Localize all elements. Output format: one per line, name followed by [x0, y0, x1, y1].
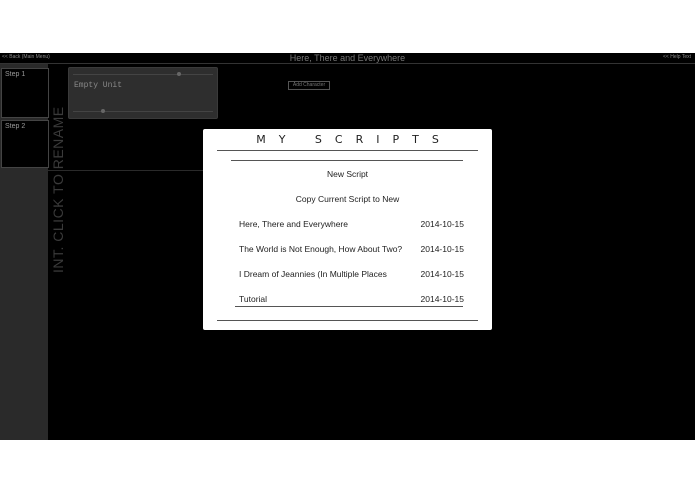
- steps-sidebar: Step 1 Step 2: [0, 64, 49, 440]
- scene-rename-label[interactable]: INT. CLICK TO RENAME: [50, 106, 66, 273]
- add-character-button[interactable]: Add Character: [288, 81, 330, 90]
- script-name: Tutorial: [239, 294, 268, 304]
- handle-icon[interactable]: [177, 72, 181, 76]
- new-script-button[interactable]: New Script: [203, 169, 492, 179]
- divider: [235, 306, 463, 307]
- divider: [217, 320, 478, 321]
- my-scripts-modal: MY SCRIPTS New Script Copy Current Scrip…: [203, 129, 492, 330]
- unit-card[interactable]: Empty Unit: [68, 67, 218, 119]
- script-title[interactable]: Here, There and Everywhere: [0, 53, 695, 63]
- step-item-1[interactable]: Step 1: [1, 68, 49, 118]
- script-list-item[interactable]: Here, There and Everywhere 2014-10-15: [239, 219, 464, 231]
- divider: [217, 150, 478, 151]
- divider: [73, 111, 213, 112]
- copy-script-button[interactable]: Copy Current Script to New: [203, 194, 492, 204]
- script-name: Here, There and Everywhere: [239, 219, 348, 229]
- script-date: 2014-10-15: [420, 294, 464, 304]
- step-label: Step 2: [5, 123, 26, 130]
- script-name: I Dream of Jeannies (In Multiple Places: [239, 269, 387, 279]
- script-name: The World is Not Enough, How About Two?: [239, 244, 403, 254]
- handle-icon[interactable]: [101, 109, 105, 113]
- step-label: Step 1: [5, 71, 26, 78]
- script-date: 2014-10-15: [420, 244, 464, 254]
- top-bar: << Back (Main Menu) Here, There and Ever…: [0, 53, 695, 64]
- divider: [48, 170, 218, 171]
- divider: [73, 74, 213, 75]
- unit-text: Empty Unit: [74, 81, 123, 90]
- divider: [231, 160, 463, 161]
- script-list-item[interactable]: I Dream of Jeannies (In Multiple Places …: [239, 269, 464, 281]
- help-link[interactable]: << Help Text: [663, 54, 691, 60]
- script-list-item[interactable]: Tutorial 2014-10-15: [239, 294, 464, 306]
- script-date: 2014-10-15: [420, 269, 464, 279]
- script-date: 2014-10-15: [420, 219, 464, 229]
- step-item-2[interactable]: Step 2: [1, 120, 49, 168]
- modal-title: MY SCRIPTS: [256, 133, 452, 146]
- script-list-item[interactable]: The World is Not Enough, How About Two? …: [239, 244, 464, 256]
